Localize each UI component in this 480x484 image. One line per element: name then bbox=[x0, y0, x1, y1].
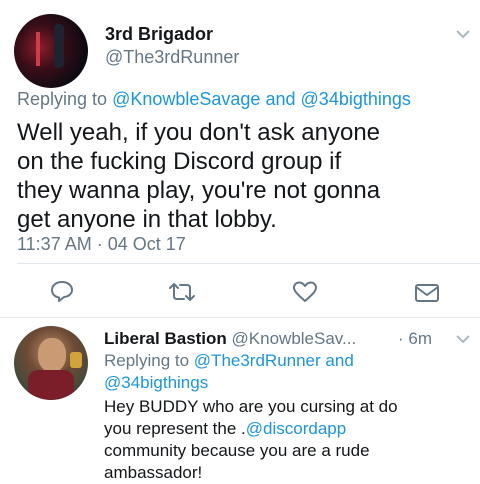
replying-to: Replying to @The3rdRunner and @34bigthin… bbox=[104, 350, 354, 394]
chevron-down-icon[interactable] bbox=[456, 335, 470, 344]
timestamp[interactable]: 11:37 AM · 04 Oct 17 bbox=[17, 233, 186, 255]
divider bbox=[0, 317, 480, 318]
mention-link[interactable]: @The3rdRunner bbox=[194, 351, 321, 370]
avatar-face bbox=[38, 338, 66, 372]
reply-text-line: Hey BUDDY who are you cursing at do bbox=[104, 397, 398, 416]
display-name[interactable]: Liberal Bastion bbox=[104, 329, 227, 348]
avatar-object bbox=[70, 352, 82, 368]
user-handle[interactable]: @The3rdRunner bbox=[105, 46, 239, 68]
reply-text-line: you represent the .@discordapp bbox=[104, 418, 398, 440]
mention-link[interactable]: @34bigthings bbox=[104, 373, 208, 392]
tweet-text-line: on the fucking Discord group if bbox=[17, 148, 342, 175]
tweet-text: Well yeah, if you don't ask anyone on th… bbox=[17, 118, 380, 234]
user-handle[interactable]: @KnowbleSav... bbox=[232, 329, 357, 348]
replying-and[interactable]: and bbox=[265, 89, 295, 109]
reply-time[interactable]: · 6m bbox=[398, 328, 432, 350]
avatar-art bbox=[36, 32, 40, 66]
reply-text-line: community because you are a rude bbox=[104, 441, 370, 460]
divider bbox=[17, 263, 480, 264]
mention-link[interactable]: @KnowbleSavage bbox=[112, 89, 260, 109]
display-name[interactable]: 3rd Brigador bbox=[105, 23, 213, 45]
reply-text-fragment: you represent the . bbox=[104, 419, 246, 438]
reply-text: Hey BUDDY who are you cursing at do you … bbox=[104, 396, 398, 484]
retweet-icon[interactable] bbox=[167, 282, 197, 302]
mention-link[interactable]: @discordapp bbox=[246, 419, 346, 438]
reply-icon[interactable] bbox=[50, 280, 74, 302]
direct-message-icon[interactable] bbox=[414, 283, 440, 303]
avatar-shirt bbox=[28, 370, 74, 400]
chevron-down-icon[interactable] bbox=[456, 30, 470, 39]
avatar-figure bbox=[54, 24, 64, 68]
like-icon[interactable] bbox=[292, 281, 318, 303]
mention-link[interactable]: @34bigthings bbox=[301, 89, 411, 109]
replying-to: Replying to @KnowbleSavage and @34bigthi… bbox=[17, 87, 411, 111]
tweet-text-line: get anyone in that lobby. bbox=[17, 206, 277, 233]
avatar[interactable] bbox=[14, 14, 88, 88]
avatar[interactable] bbox=[14, 326, 88, 400]
replying-prefix: Replying to bbox=[17, 89, 108, 109]
replying-and[interactable]: and bbox=[325, 351, 353, 370]
reply-header: Liberal Bastion @KnowbleSav... bbox=[104, 328, 356, 350]
tweet-text-line: Well yeah, if you don't ask anyone bbox=[17, 119, 381, 146]
reply-text-line: ambassador! bbox=[104, 463, 203, 482]
replying-prefix: Replying to bbox=[104, 351, 190, 370]
tweet-text-line: they wanna play, you're not gonna bbox=[17, 177, 381, 204]
